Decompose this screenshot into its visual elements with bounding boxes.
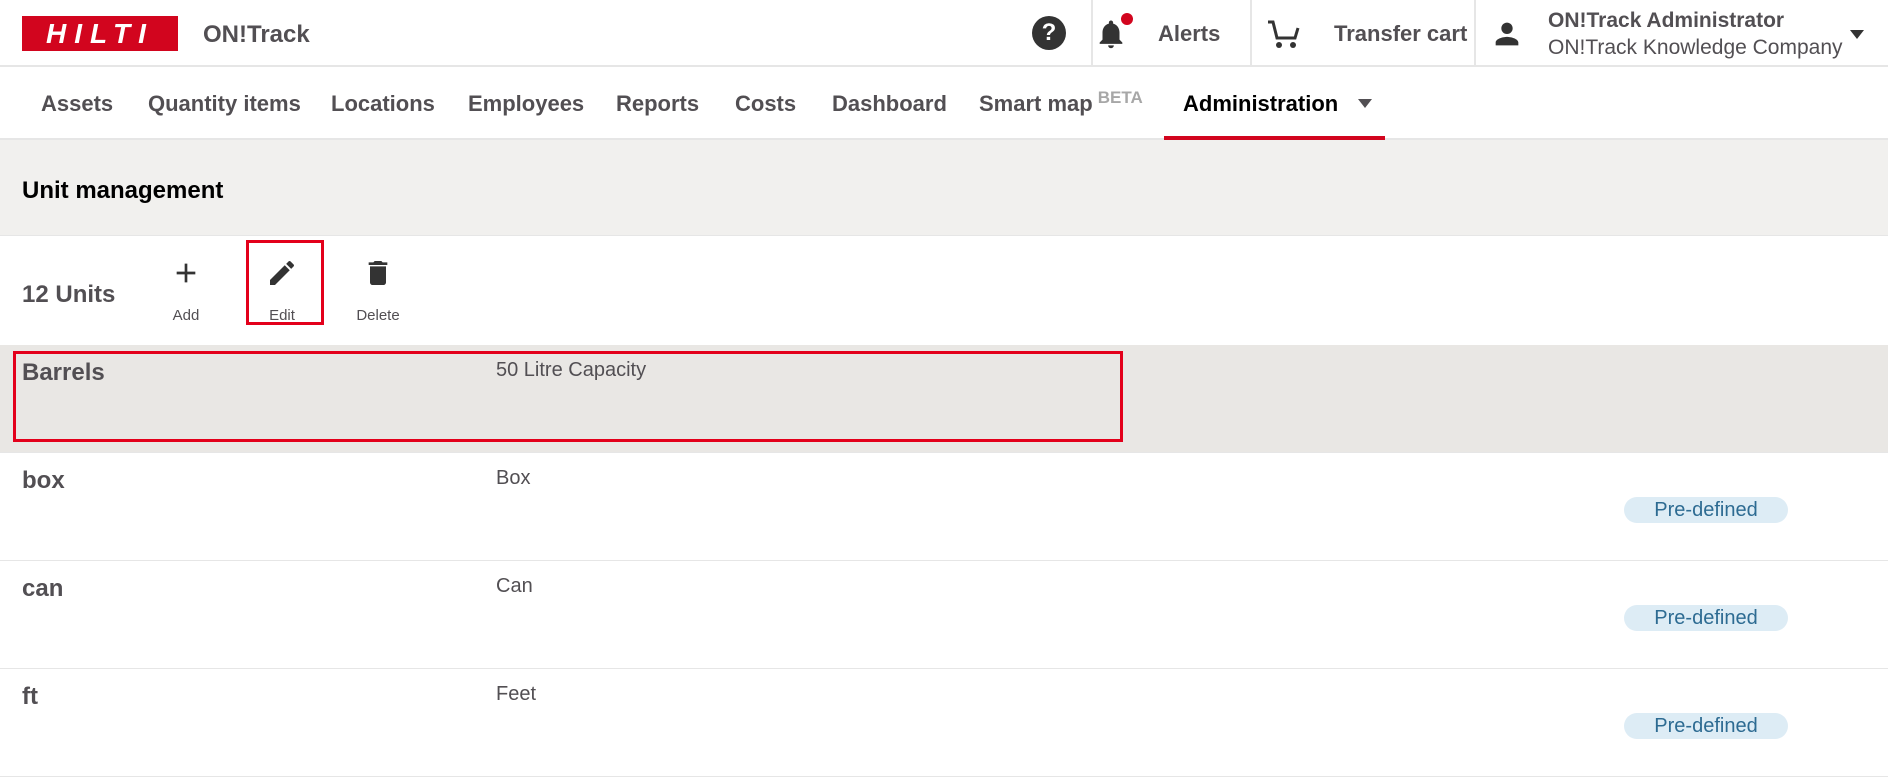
predefined-badge: Pre-defined (1624, 713, 1788, 739)
logo-text: HILTI (46, 17, 154, 49)
nav-item-locations[interactable]: Locations (331, 91, 435, 117)
unit-name: box (22, 467, 65, 494)
alerts-button[interactable]: Alerts (1094, 0, 1220, 67)
trash-icon (368, 261, 388, 285)
header-divider (1091, 0, 1093, 67)
nav-item-reports[interactable]: Reports (616, 91, 699, 117)
unit-description: Box (496, 467, 531, 489)
app-name: ON!Track (203, 21, 310, 48)
help-icon[interactable]: ? (1032, 16, 1066, 50)
hilti-logo[interactable]: HILTI (22, 16, 178, 51)
transfer-cart-button[interactable]: Transfer cart (1266, 0, 1467, 67)
user-menu[interactable]: ON!Track Administrator ON!Track Knowledg… (1490, 0, 1888, 67)
nav-item-costs[interactable]: Costs (735, 91, 796, 117)
user-name: ON!Track Administrator (1548, 8, 1785, 32)
unit-name: ft (22, 683, 38, 710)
table-row[interactable]: can Can Pre-defined (0, 561, 1888, 669)
header-divider (1250, 0, 1252, 67)
beta-badge: BETA (1097, 88, 1143, 107)
chevron-down-icon (1358, 99, 1373, 108)
transfer-cart-label: Transfer cart (1334, 20, 1468, 46)
administration-label: Administration (1183, 91, 1339, 116)
plus-icon (176, 263, 196, 283)
add-button[interactable]: Add (147, 249, 225, 333)
row-highlight-box (13, 351, 1123, 442)
header-divider (1474, 0, 1476, 67)
alerts-label: Alerts (1158, 20, 1221, 46)
main-nav: Assets Quantity items Locations Employee… (0, 67, 1888, 140)
nav-item-employees[interactable]: Employees (468, 91, 584, 117)
top-header: HILTI ON!Track ? Alerts Transfer cart ON… (0, 0, 1888, 67)
unit-count: 12 Units (22, 281, 116, 308)
section-header: Unit management (0, 140, 1888, 236)
smart-map-label: Smart map (979, 91, 1093, 116)
user-icon (1495, 22, 1519, 45)
user-info: ON!Track Administrator ON!Track Knowledg… (1548, 7, 1843, 61)
nav-item-assets[interactable]: Assets (41, 91, 113, 117)
unit-description: Feet (496, 683, 537, 705)
predefined-badge: Pre-defined (1624, 497, 1788, 523)
delete-button[interactable]: Delete (339, 249, 417, 333)
page-title: Unit management (22, 177, 224, 204)
unit-description: Can (496, 575, 533, 597)
add-label: Add (172, 307, 200, 324)
predefined-badge: Pre-defined (1624, 605, 1788, 631)
alert-indicator-dot (1121, 12, 1133, 25)
user-company: ON!Track Knowledge Company (1548, 35, 1843, 59)
bell-icon (1094, 12, 1133, 52)
cart-icon (1268, 20, 1300, 48)
nav-item-smart-map[interactable]: Smart map BETA (979, 88, 1143, 117)
nav-item-administration[interactable]: Administration (1183, 91, 1373, 117)
edit-highlight-box (246, 240, 324, 325)
unit-name: can (22, 575, 64, 602)
nav-item-dashboard[interactable]: Dashboard (832, 91, 947, 117)
nav-item-quantity-items[interactable]: Quantity items (148, 91, 301, 117)
table-row[interactable]: ft Feet Pre-defined (0, 669, 1888, 777)
table-row[interactable]: box Box Pre-defined (0, 453, 1888, 561)
delete-label: Delete (356, 307, 400, 324)
chevron-down-icon[interactable] (1850, 30, 1864, 39)
